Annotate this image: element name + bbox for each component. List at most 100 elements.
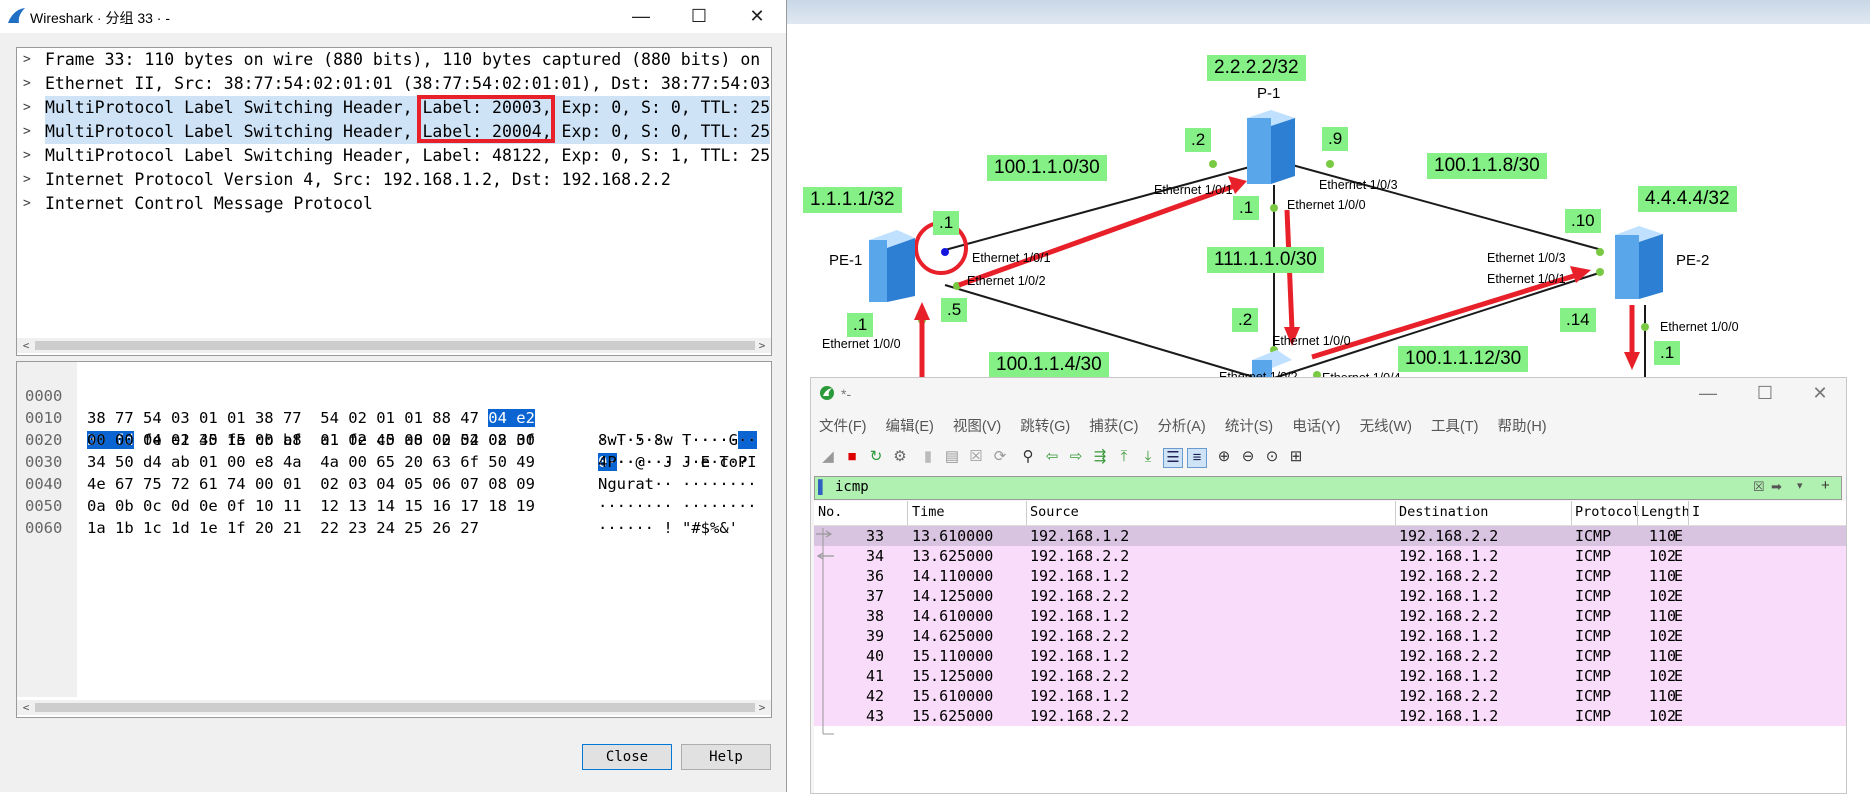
go-back-icon[interactable]: ⇦ [1043,448,1061,466]
expand-chevron-icon[interactable]: > [23,144,35,168]
start-capture-icon[interactable]: ◢ [819,448,837,466]
maximize-button[interactable]: ☐ [1736,378,1794,410]
tree-item-mpls-3[interactable]: > MultiProtocol Label Switching Header, … [17,144,771,168]
tree-item-frame[interactable]: > Frame 33: 110 bytes on wire (880 bits)… [17,48,771,72]
table-row[interactable]: 43 15.625000 192.168.2.2 192.168.1.2 ICMP 102… [814,706,1846,726]
go-to-packet-icon[interactable]: ⇶ [1091,448,1109,466]
menu-analyze[interactable]: 分析(A) [1157,419,1205,435]
packet-window-titlebar[interactable]: Wireshark · 分组 33 · - — ☐ ✕ [0,0,786,33]
close-button[interactable]: Close [582,744,672,770]
table-row[interactable]: 41 15.125000 192.168.2.2 192.168.1.2 ICMP 102… [814,666,1846,686]
menu-edit[interactable]: 编辑(E) [886,419,934,435]
tree-item-ethernet[interactable]: > Ethernet II, Src: 38:77:54:02:01:01 (3… [17,72,771,96]
menu-go[interactable]: 跳转(G) [1020,419,1070,435]
scroll-thumb[interactable] [35,703,755,712]
open-file-icon[interactable]: ▮ [919,448,937,466]
table-row[interactable]: 40 15.110000 192.168.1.2 192.168.2.2 ICMP 110… [814,646,1846,666]
close-window-button[interactable]: ✕ [1791,378,1849,410]
table-row[interactable]: 39 14.625000 192.168.2.2 192.168.1.2 ICMP 102… [814,626,1846,646]
colorize-icon[interactable]: ≡ [1187,448,1207,468]
save-file-icon[interactable]: ▤ [943,448,961,466]
go-forward-icon[interactable]: ⇨ [1067,448,1085,466]
table-row[interactable]: 42 15.610000 192.168.1.2 192.168.2.2 ICMP 110… [814,686,1846,706]
find-packet-icon[interactable]: ⚲ [1019,448,1037,466]
menu-file[interactable]: 文件(F) [819,419,867,435]
zoom-in-icon[interactable]: ⊕ [1215,448,1233,466]
menu-telephony[interactable]: 电话(Y) [1292,419,1340,435]
add-filter-icon[interactable]: + [1821,477,1830,494]
expand-chevron-icon[interactable]: > [23,96,35,120]
reload-icon[interactable]: ⟳ [991,448,1009,466]
tree-item-icmp[interactable]: > Internet Control Message Protocol [17,192,771,216]
main-window-title: *- [841,386,852,402]
expand-chevron-icon[interactable]: > [23,48,35,72]
menu-tools[interactable]: 工具(T) [1431,419,1479,435]
menu-help[interactable]: 帮助(H) [1497,419,1546,435]
expand-chevron-icon[interactable]: > [23,120,35,144]
close-window-button[interactable]: ✕ [728,0,786,33]
close-file-icon[interactable]: ☒ [967,448,985,466]
col-source[interactable]: Source [1030,504,1079,520]
tree-item-ipv4[interactable]: > Internet Protocol Version 4, Src: 192.… [17,168,771,192]
resize-columns-icon[interactable]: ⊞ [1287,448,1305,466]
expand-chevron-icon[interactable]: > [23,192,35,216]
first-packet-icon[interactable]: ⤒ [1115,448,1133,466]
cell-info: E [1674,647,1684,665]
cell-proto: ICMP [1575,587,1612,605]
packet-list[interactable]: No. Time Source Destination Protocol Len… [814,501,1846,793]
clear-filter-icon[interactable]: ☒ [1753,479,1765,495]
restart-capture-icon[interactable]: ↻ [867,448,885,466]
col-info[interactable]: I [1692,504,1700,520]
col-length[interactable]: Length [1641,504,1690,520]
expand-chevron-icon[interactable]: > [23,168,35,192]
minimize-button[interactable]: — [1679,378,1737,410]
col-protocol[interactable]: Protocol [1575,504,1640,520]
display-filter-bar[interactable]: ▌ icmp ☒ ➡ ▾ + [814,476,1842,500]
table-row[interactable]: 36 14.110000 192.168.1.2 192.168.2.2 ICMP 110… [814,566,1846,586]
stop-capture-icon[interactable]: ■ [843,448,861,466]
scroll-right-icon[interactable]: > [755,338,769,353]
scroll-thumb[interactable] [35,341,755,350]
col-time[interactable]: Time [912,504,945,520]
cell-len: 102 [1648,667,1676,685]
tree-item-label: Frame 33: 110 bytes on wire (880 bits), … [45,50,761,69]
zoom-reset-icon[interactable]: ⊙ [1263,448,1281,466]
node-label-pe2: PE-2 [1676,252,1710,269]
tree-item-mpls-1[interactable]: > MultiProtocol Label Switching Header, … [17,96,771,120]
tree-item-mpls-2[interactable]: > MultiProtocol Label Switching Header, … [17,120,771,144]
table-row[interactable]: 37 14.125000 192.168.2.2 192.168.1.2 ICMP 102… [814,586,1846,606]
zoom-out-icon[interactable]: ⊖ [1239,448,1257,466]
maximize-button[interactable]: ☐ [670,0,728,33]
bookmark-icon[interactable]: ▌ [818,479,827,494]
filter-input[interactable]: icmp [835,479,869,495]
cell-src: 192.168.2.2 [1030,587,1130,605]
col-destination[interactable]: Destination [1399,504,1488,520]
hex-line: 0010 30 fd 04 e2 40 fe 0b bf a1 fe 45 00… [25,409,748,471]
packet-bytes-pane[interactable]: 0000 38 77 54 03 01 01 38 77 54 02 01 01… [16,361,772,718]
hex-hscrollbar[interactable]: < > [17,700,771,715]
menu-view[interactable]: 视图(V) [953,419,1001,435]
apply-filter-icon[interactable]: ➡ [1771,479,1782,495]
filter-dropdown-icon[interactable]: ▾ [1797,479,1803,492]
help-button[interactable]: Help [681,744,771,770]
tree-hscrollbar[interactable]: < > [17,338,771,353]
table-row[interactable]: 33 13.610000 192.168.1.2 192.168.2.2 ICMP 110… [814,526,1846,546]
menu-wireless[interactable]: 无线(W) [1360,419,1412,435]
port-label: Ethernet 1/0/0 [822,337,901,351]
scroll-left-icon[interactable]: < [19,338,33,353]
minimize-button[interactable]: — [612,0,670,33]
capture-options-icon[interactable]: ⚙ [891,448,909,466]
autoscroll-icon[interactable]: ☰ [1163,448,1183,468]
cell-proto: ICMP [1575,667,1612,685]
col-no[interactable]: No. [818,504,842,520]
menu-statistics[interactable]: 统计(S) [1225,419,1273,435]
menu-capture[interactable]: 捕获(C) [1089,419,1138,435]
scroll-left-icon[interactable]: < [19,700,33,715]
last-packet-icon[interactable]: ⤓ [1139,448,1157,466]
expand-chevron-icon[interactable]: > [23,72,35,96]
host-label: .14 [1560,308,1596,332]
packet-details-tree[interactable]: > Frame 33: 110 bytes on wire (880 bits)… [16,47,772,356]
table-row[interactable]: 38 14.610000 192.168.1.2 192.168.2.2 ICMP 110… [814,606,1846,626]
scroll-right-icon[interactable]: > [755,700,769,715]
table-row[interactable]: 34 13.625000 192.168.2.2 192.168.1.2 ICMP 102… [814,546,1846,566]
